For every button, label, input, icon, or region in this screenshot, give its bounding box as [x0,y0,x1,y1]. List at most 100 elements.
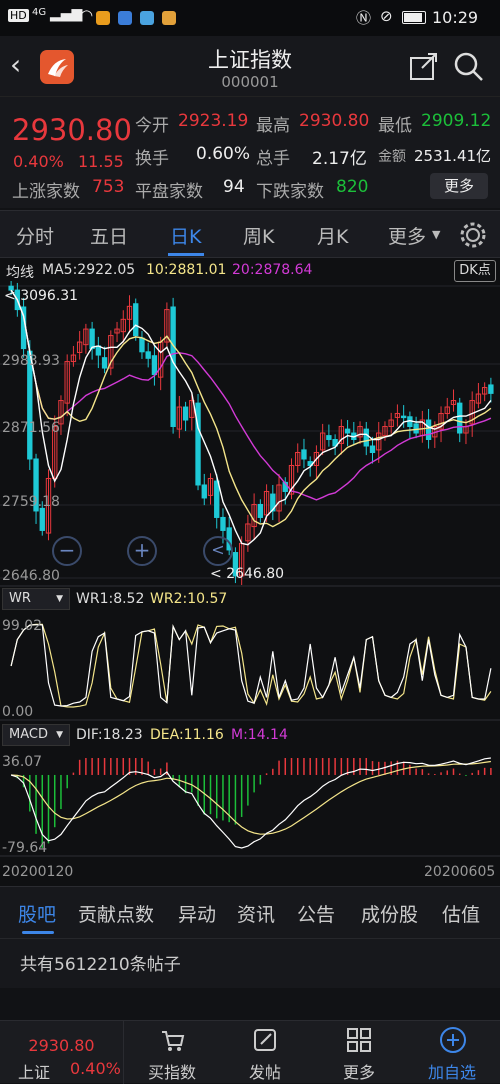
share-icon[interactable] [408,50,440,82]
tab-contribution[interactable]: 贡献点数 [78,900,154,927]
high-value: 2930.80 [299,111,370,131]
candle-body [369,445,376,453]
candle-body [488,384,494,394]
more-button[interactable]: 更多 [430,173,488,199]
wr-tag: WR [9,591,31,606]
wr-tick: 99.02 [2,618,43,634]
amount-value: 2531.41亿 [414,147,492,165]
tab-intraday[interactable]: 分时 [16,222,54,249]
wr-tick: 0.00 [2,704,34,720]
macd-selector[interactable]: MACD ▼ [2,724,70,746]
nav-buy-index[interactable]: 买指数 [126,1021,218,1084]
candle-body [344,428,351,434]
arrow-icon: < [210,566,227,582]
nav-index-quote[interactable]: 2930.80 上证 0.40% [0,1021,124,1084]
ma20-line [10,289,492,501]
tab-news[interactable]: 资讯 [237,900,275,927]
y-tick: 2983.93 [2,353,60,369]
y-tick: 2646.80 [2,568,60,584]
last-price: 2930.80 [12,113,132,147]
bottom-navbar: 2930.80 上证 0.40% 买指数 发帖 更多 加自选 [0,1020,500,1084]
low-label: 最低 [378,116,412,136]
candle-body [400,415,407,419]
low-value: 2909.12 [421,111,492,131]
mute-icon: ⊘ [380,7,393,25]
down-count-label: 下跌家数 [256,182,324,202]
chevron-down-icon: ▼ [432,228,441,241]
edit-icon [254,1029,276,1051]
low-marker-value: 2646.80 [226,566,285,582]
chevron-down-icon: ▼ [56,730,63,740]
candle-body [133,303,139,337]
date-start: 20200120 [2,864,74,880]
ma10-line [10,289,492,528]
candle-body [413,423,419,434]
nav-post[interactable]: 发帖 [219,1021,311,1084]
tab-five-day[interactable]: 五日 [90,222,128,249]
chevron-down-icon: ▼ [56,594,63,604]
tab-valuation[interactable]: 估值 [442,900,480,927]
candle-body [101,357,108,369]
scroll-left-button[interactable]: < [203,536,233,566]
tab-more[interactable]: 更多 [388,222,426,249]
candle-body [39,507,45,531]
open-label: 今开 [135,116,169,136]
zoom-out-button[interactable]: − [52,536,82,566]
candle-body [301,449,307,460]
kline-chart[interactable]: 均线 MA5:2922.05 10:2881.01 20:2878.64 DK点… [0,258,500,886]
up-count: 753 [92,177,125,197]
post-count: 共有5612210条帖子 [20,955,181,975]
wifi-icon: ◠ [80,6,94,24]
hd-icon: HD [8,9,29,22]
change-percent: 0.40% [13,152,64,171]
candle-body [363,428,369,447]
candle-body [201,484,207,499]
ma5-line [10,289,492,546]
tab-announcement[interactable]: 公告 [297,900,335,927]
tab-constituents[interactable]: 成份股 [361,900,418,927]
nav-add-watchlist[interactable]: 加自选 [406,1021,498,1084]
battery-icon [402,11,426,24]
tab-monthly-k[interactable]: 月K [317,222,348,249]
wr2-value: WR2:10.57 [150,591,228,607]
turnover-label: 换手 [135,149,169,169]
up-count-label: 上涨家数 [12,182,80,202]
volume-label: 总手 [256,149,290,169]
arrow-icon: < [4,288,21,304]
date-end: 20200605 [424,864,496,880]
dea-line [11,760,491,835]
nav-more[interactable]: 更多 [313,1021,405,1084]
tab-weekly-k[interactable]: 周K [243,222,274,249]
tab-movement[interactable]: 异动 [178,900,216,927]
candle-body [145,351,151,359]
dea-value: DEA:11.16 [150,727,224,743]
down-count: 820 [336,177,369,197]
tab-forum[interactable]: 股吧 [18,900,56,927]
post-count-bar: 共有5612210条帖子 [0,938,500,988]
app-notification-icon [140,11,154,25]
zoom-in-button[interactable]: + [127,536,157,566]
open-value: 2923.19 [178,111,249,131]
gear-icon[interactable] [458,220,488,250]
search-icon[interactable] [452,50,486,84]
nav-index-pct: 0.40% [70,1059,121,1078]
active-tab-underline [22,931,54,934]
high-label: 最高 [256,116,290,136]
candle-body [89,328,95,350]
change-value: 11.55 [78,152,124,171]
clock: 10:29 [432,8,479,27]
candle-body [182,406,189,421]
high-marker-value: 3096.31 [20,288,79,304]
dif-value: DIF:18.23 [76,727,143,743]
tab-daily-k[interactable]: 日K [170,222,201,249]
candle-body [425,419,432,441]
wr-selector[interactable]: WR ▼ [2,588,70,610]
wr1-value: WR1:8.52 [76,591,145,607]
app-notification-icon [96,11,110,25]
nfc-icon: Ⓝ [356,9,372,27]
m-value: M:14.14 [231,727,288,743]
nav-label: 发帖 [248,1063,281,1082]
candle-body [457,402,463,434]
status-bar: HD 4G ▂▄▆ ◠ Ⓝ ⊘ 10:29 [0,0,500,36]
nav-label: 买指数 [147,1063,196,1082]
